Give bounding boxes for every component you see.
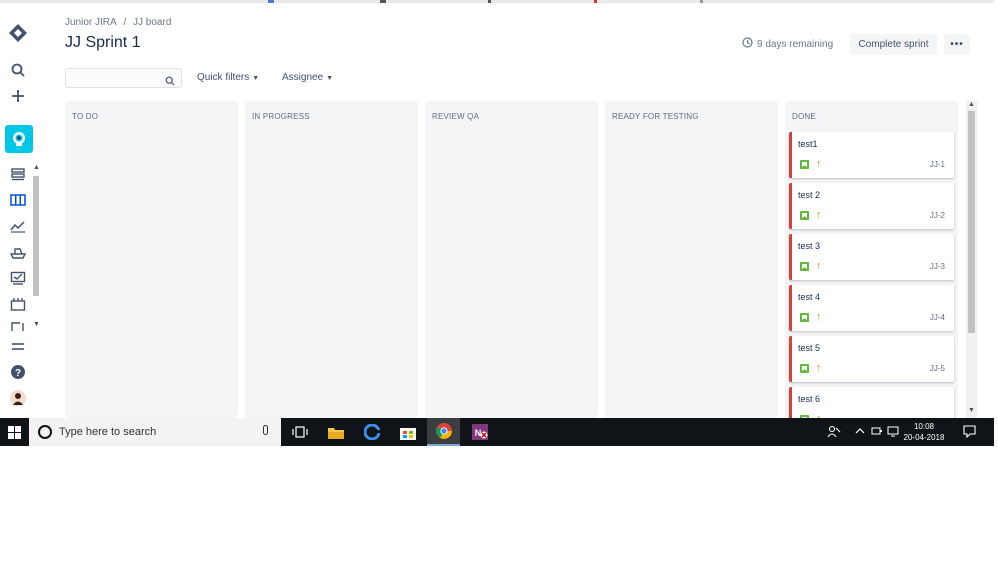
file-explorer-icon[interactable] xyxy=(319,418,352,446)
cortana-icon xyxy=(38,425,52,439)
column-todo: TO DO xyxy=(65,101,238,418)
backlog-icon[interactable] xyxy=(8,164,28,184)
search-input[interactable] xyxy=(66,70,161,89)
issue-card[interactable]: test 4 ↑ JJ-4 xyxy=(789,285,954,331)
card-summary: test 2 xyxy=(798,190,821,200)
battery-icon[interactable] xyxy=(871,425,883,440)
clock-date: 20-04-2018 xyxy=(903,433,945,442)
priority-high-icon: ↑ xyxy=(816,158,822,170)
issue-card[interactable]: test 2 ↑ JJ-2 xyxy=(789,183,954,229)
assignee-label: Assignee xyxy=(282,72,324,83)
card-key[interactable]: JJ-5 xyxy=(930,364,945,373)
taskbar-clock[interactable]: 10:08 20-04-2018 xyxy=(902,421,946,443)
sprint-remaining: 9 days remaining xyxy=(742,37,833,51)
taskbar-search-box[interactable]: Type here to search xyxy=(29,418,281,446)
board-search xyxy=(65,68,182,91)
priority-high-icon: ↑ xyxy=(816,311,822,323)
quick-filters-label: Quick filters xyxy=(197,72,250,83)
story-icon xyxy=(800,364,809,373)
card-key[interactable]: JJ-1 xyxy=(930,160,945,169)
issues-icon[interactable] xyxy=(8,268,28,288)
windows-start-icon[interactable] xyxy=(0,418,28,446)
quick-filters-dropdown[interactable]: Quick filters ▼ xyxy=(197,72,259,83)
column-review-qa: REVIEW QA xyxy=(425,101,598,418)
page-title: JJ Sprint 1 xyxy=(65,34,141,51)
create-icon[interactable] xyxy=(8,86,28,106)
column-header: DONE xyxy=(792,112,816,121)
column-in-progress: IN PROGRESS xyxy=(245,101,418,418)
breadcrumb: Junior JIRA / JJ board xyxy=(65,17,175,28)
card-key[interactable]: JJ-2 xyxy=(930,211,945,220)
browser-top-edge xyxy=(0,0,994,3)
breadcrumb-separator: / xyxy=(123,17,127,28)
chevron-down-icon: ▼ xyxy=(252,75,260,82)
network-icon[interactable] xyxy=(887,425,899,440)
column-header: TO DO xyxy=(72,112,99,121)
chrome-browser-icon[interactable] xyxy=(427,418,460,446)
issue-card[interactable]: test 5 ↑ JJ-5 xyxy=(789,336,954,382)
remaining-label: 9 days remaining xyxy=(757,38,834,50)
priority-high-icon: ↑ xyxy=(816,209,822,221)
priority-high-icon: ↑ xyxy=(816,362,822,374)
story-icon xyxy=(800,262,809,271)
microphone-icon[interactable] xyxy=(263,425,268,435)
story-icon xyxy=(800,160,809,169)
search-icon xyxy=(165,73,175,91)
svg-text:N: N xyxy=(474,428,481,438)
notifications-icon[interactable] xyxy=(963,425,976,441)
card-summary: test1 xyxy=(798,139,818,149)
card-key[interactable]: JJ-4 xyxy=(930,313,945,322)
more-actions-button[interactable]: ••• xyxy=(944,34,970,55)
components-icon[interactable] xyxy=(8,294,28,314)
card-summary: test 4 xyxy=(798,292,821,302)
board-icon[interactable] xyxy=(8,190,28,210)
edge-browser-icon[interactable] xyxy=(355,418,388,446)
clock-icon xyxy=(742,37,753,51)
card-summary: test 6 xyxy=(798,394,821,404)
project-avatar-icon[interactable] xyxy=(5,125,33,153)
store-icon[interactable] xyxy=(391,418,424,446)
profile-avatar-icon[interactable] xyxy=(8,388,28,408)
breadcrumb-board-link[interactable]: JJ board xyxy=(133,17,171,28)
complete-sprint-button[interactable]: Complete sprint xyxy=(850,34,937,55)
taskbar: Type here to search N 10:08 20-04-2018 xyxy=(0,418,994,446)
help-icon[interactable]: ? xyxy=(8,362,28,382)
people-icon[interactable] xyxy=(827,425,841,441)
releases-icon[interactable] xyxy=(8,242,28,262)
issue-card[interactable]: test 3 ↑ JJ-3 xyxy=(789,234,954,280)
sidebar-scrollbar[interactable]: ▲ ▼ xyxy=(33,164,40,333)
issue-card[interactable]: test1 ↑ JJ-1 xyxy=(789,132,954,178)
svg-text:?: ? xyxy=(15,368,21,379)
search-icon[interactable] xyxy=(8,60,28,80)
onenote-icon[interactable]: N xyxy=(463,418,496,446)
reports-icon[interactable] xyxy=(8,216,28,236)
story-icon xyxy=(800,211,809,220)
screen: ▲ ▼ ? Junior JIRA / JJ board JJ Sprint 1… xyxy=(0,0,999,562)
story-icon xyxy=(800,313,809,322)
tray-chevron-up-icon[interactable] xyxy=(855,425,865,440)
breadcrumb-project-link[interactable]: Junior JIRA xyxy=(65,17,117,28)
menu-icon[interactable] xyxy=(8,337,28,357)
column-ready-for-testing: READY FOR TESTING xyxy=(605,101,778,418)
jira-logo-icon[interactable] xyxy=(8,23,28,43)
clock-time: 10:08 xyxy=(913,422,935,431)
card-summary: test 3 xyxy=(798,241,821,251)
column-header: REVIEW QA xyxy=(432,112,480,121)
chevron-down-icon: ▼ xyxy=(326,75,334,82)
taskbar-search-placeholder: Type here to search xyxy=(59,426,157,438)
issue-card[interactable]: test 6 ↑ xyxy=(789,387,954,418)
assignee-dropdown[interactable]: Assignee ▼ xyxy=(282,72,333,83)
column-header: IN PROGRESS xyxy=(252,112,310,121)
column-done: DONE test1 ↑ JJ-1 test 2 ↑ JJ-2 test 3 ↑… xyxy=(785,101,958,418)
add-item-icon[interactable] xyxy=(8,320,28,332)
task-view-icon[interactable] xyxy=(283,418,316,446)
board-scrollbar[interactable]: ▲ ▼ xyxy=(966,101,977,418)
card-key[interactable]: JJ-3 xyxy=(930,262,945,271)
card-summary: test 5 xyxy=(798,343,821,353)
priority-high-icon: ↑ xyxy=(816,260,822,272)
column-header: READY FOR TESTING xyxy=(612,112,699,121)
global-sidebar: ▲ ▼ ? xyxy=(0,3,41,418)
